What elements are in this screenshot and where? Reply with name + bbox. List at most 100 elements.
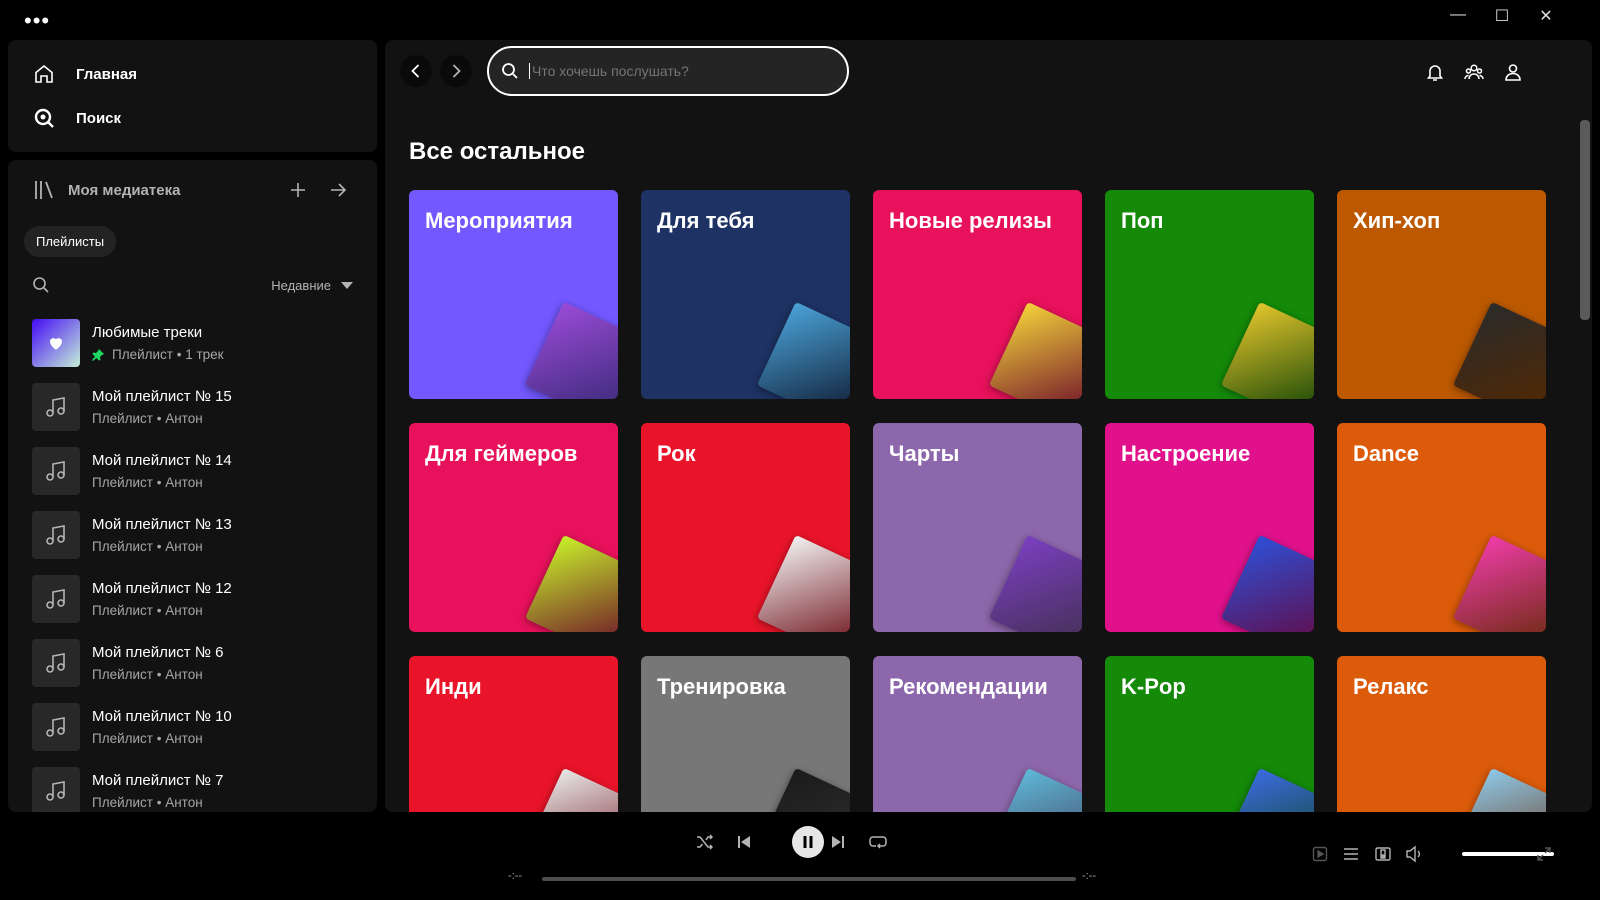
queue-icon <box>1344 848 1358 860</box>
title-bar: ••• — ☐ ✕ <box>0 0 1600 40</box>
category-label: Хип-хоп <box>1353 208 1441 233</box>
profile-button[interactable] <box>1497 56 1529 88</box>
category-card[interactable]: K-Pop <box>1105 656 1314 812</box>
category-artwork <box>1452 301 1546 399</box>
category-artwork <box>1452 767 1546 812</box>
category-label: Для тебя <box>657 208 755 233</box>
search-icon <box>34 108 54 128</box>
previous-button[interactable] <box>728 826 760 858</box>
friend-activity-button[interactable] <box>1458 56 1490 88</box>
skip-back-icon <box>738 836 750 848</box>
category-card[interactable]: Поп <box>1105 190 1314 399</box>
filter-chip-playlists[interactable]: Плейлисты <box>24 226 117 257</box>
next-button[interactable] <box>822 826 854 858</box>
library-item[interactable]: Мой плейлист № 10 Плейлист • Антон <box>24 695 361 759</box>
playlist-cover <box>32 703 80 751</box>
notifications-button[interactable] <box>1419 56 1451 88</box>
skip-forward-icon <box>832 836 844 848</box>
category-card[interactable]: Рекомендации <box>873 656 1082 812</box>
playlist-name: Мой плейлист № 15 <box>92 388 232 405</box>
now-playing-view-button[interactable] <box>1308 842 1332 866</box>
section-title: Все остальное <box>409 138 585 165</box>
music-note-icon <box>46 397 65 417</box>
liked-songs-cover <box>32 319 80 367</box>
category-artwork <box>1220 301 1314 399</box>
repeat-icon <box>869 836 887 849</box>
library-search-icon[interactable] <box>32 276 50 294</box>
library-item[interactable]: Мой плейлист № 6 Плейлист • Антон <box>24 631 361 695</box>
playlist-meta: Плейлист • 1 трек <box>112 347 224 362</box>
category-card[interactable]: Мероприятия <box>409 190 618 399</box>
close-button[interactable]: ✕ <box>1531 6 1561 26</box>
repeat-button[interactable] <box>862 826 894 858</box>
category-card[interactable]: Хип-хоп <box>1337 190 1546 399</box>
category-card[interactable]: Для тебя <box>641 190 850 399</box>
nav-search[interactable]: Поиск <box>8 96 377 140</box>
library-item[interactable]: Мой плейлист № 13 Плейлист • Антон <box>24 503 361 567</box>
expand-library-button[interactable] <box>323 175 353 205</box>
progress-bar[interactable] <box>542 877 1076 881</box>
shuffle-button[interactable] <box>689 826 721 858</box>
mute-button[interactable] <box>1402 842 1426 866</box>
playlist-name: Мой плейлист № 7 <box>92 772 224 789</box>
playlist-cover <box>32 511 80 559</box>
category-card[interactable]: Инди <box>409 656 618 812</box>
minimize-button[interactable]: — <box>1443 6 1473 24</box>
playlist-meta: Плейлист • Антон <box>92 603 203 618</box>
app-menu-button[interactable]: ••• <box>24 8 50 34</box>
playlist-cover <box>32 767 80 812</box>
main-scrollbar[interactable] <box>1580 120 1590 320</box>
category-card[interactable]: Настроение <box>1105 423 1314 632</box>
library-item[interactable]: Мой плейлист № 12 Плейлист • Антон <box>24 567 361 631</box>
fullscreen-button[interactable] <box>1532 842 1556 866</box>
user-icon <box>1505 64 1521 81</box>
playlist-name: Любимые треки <box>92 324 203 341</box>
playlist-cover <box>32 639 80 687</box>
playlist-name: Мой плейлист № 6 <box>92 644 224 661</box>
library-item[interactable]: Мой плейлист № 15 Плейлист • Антон <box>24 375 361 439</box>
library-title[interactable]: Моя медиатека <box>68 182 273 199</box>
forward-button[interactable] <box>440 55 472 87</box>
play-pause-button[interactable] <box>792 826 824 858</box>
create-playlist-button[interactable] <box>283 175 313 205</box>
queue-button[interactable] <box>1339 842 1363 866</box>
library-icon[interactable] <box>32 178 56 202</box>
category-card[interactable]: Рок <box>641 423 850 632</box>
category-artwork <box>1220 534 1314 632</box>
pause-icon <box>803 836 813 848</box>
sort-dropdown[interactable]: Недавние <box>271 278 353 293</box>
category-artwork <box>756 301 850 399</box>
playlist-meta: Плейлист • Антон <box>92 667 203 682</box>
playlist-cover <box>32 447 80 495</box>
library-item[interactable]: Мой плейлист № 14 Плейлист • Антон <box>24 439 361 503</box>
maximize-button[interactable]: ☐ <box>1487 6 1517 26</box>
category-label: Dance <box>1353 441 1420 466</box>
library-list: Любимые треки Плейлист • 1 трек Мой плейли… <box>8 305 377 812</box>
category-card[interactable]: Тренировка <box>641 656 850 812</box>
library-item[interactable]: Мой плейлист № 7 Плейлист • Антон <box>24 759 361 812</box>
category-card[interactable]: Dance <box>1337 423 1546 632</box>
back-button[interactable] <box>400 55 432 87</box>
main-panel: Все остальное Мероприятия Для тебя Новые р… <box>385 40 1592 812</box>
connect-device-button[interactable] <box>1371 842 1395 866</box>
playlist-cover <box>32 575 80 623</box>
category-label: Чарты <box>889 441 960 466</box>
nav-panel: Главная Поиск <box>8 40 377 152</box>
category-label: Настроение <box>1121 441 1251 466</box>
category-card[interactable]: Чарты <box>873 423 1082 632</box>
library-item[interactable]: Любимые треки Плейлист • 1 трек <box>24 311 361 375</box>
search-input[interactable] <box>529 63 819 79</box>
playlist-meta: Плейлист • Антон <box>92 539 203 554</box>
category-card[interactable]: Для геймеров <box>409 423 618 632</box>
nav-home[interactable]: Главная <box>8 52 377 96</box>
music-note-icon <box>46 525 65 545</box>
time-elapsed: -:-- <box>508 870 523 882</box>
search-bar[interactable] <box>487 46 849 96</box>
category-card[interactable]: Релакс <box>1337 656 1546 812</box>
category-artwork <box>524 767 618 812</box>
playlist-meta: Плейлист • Антон <box>92 475 203 490</box>
time-total: -:-- <box>1082 870 1097 882</box>
category-card[interactable]: Новые релизы <box>873 190 1082 399</box>
sort-label: Недавние <box>271 277 331 293</box>
category-artwork <box>756 767 850 812</box>
